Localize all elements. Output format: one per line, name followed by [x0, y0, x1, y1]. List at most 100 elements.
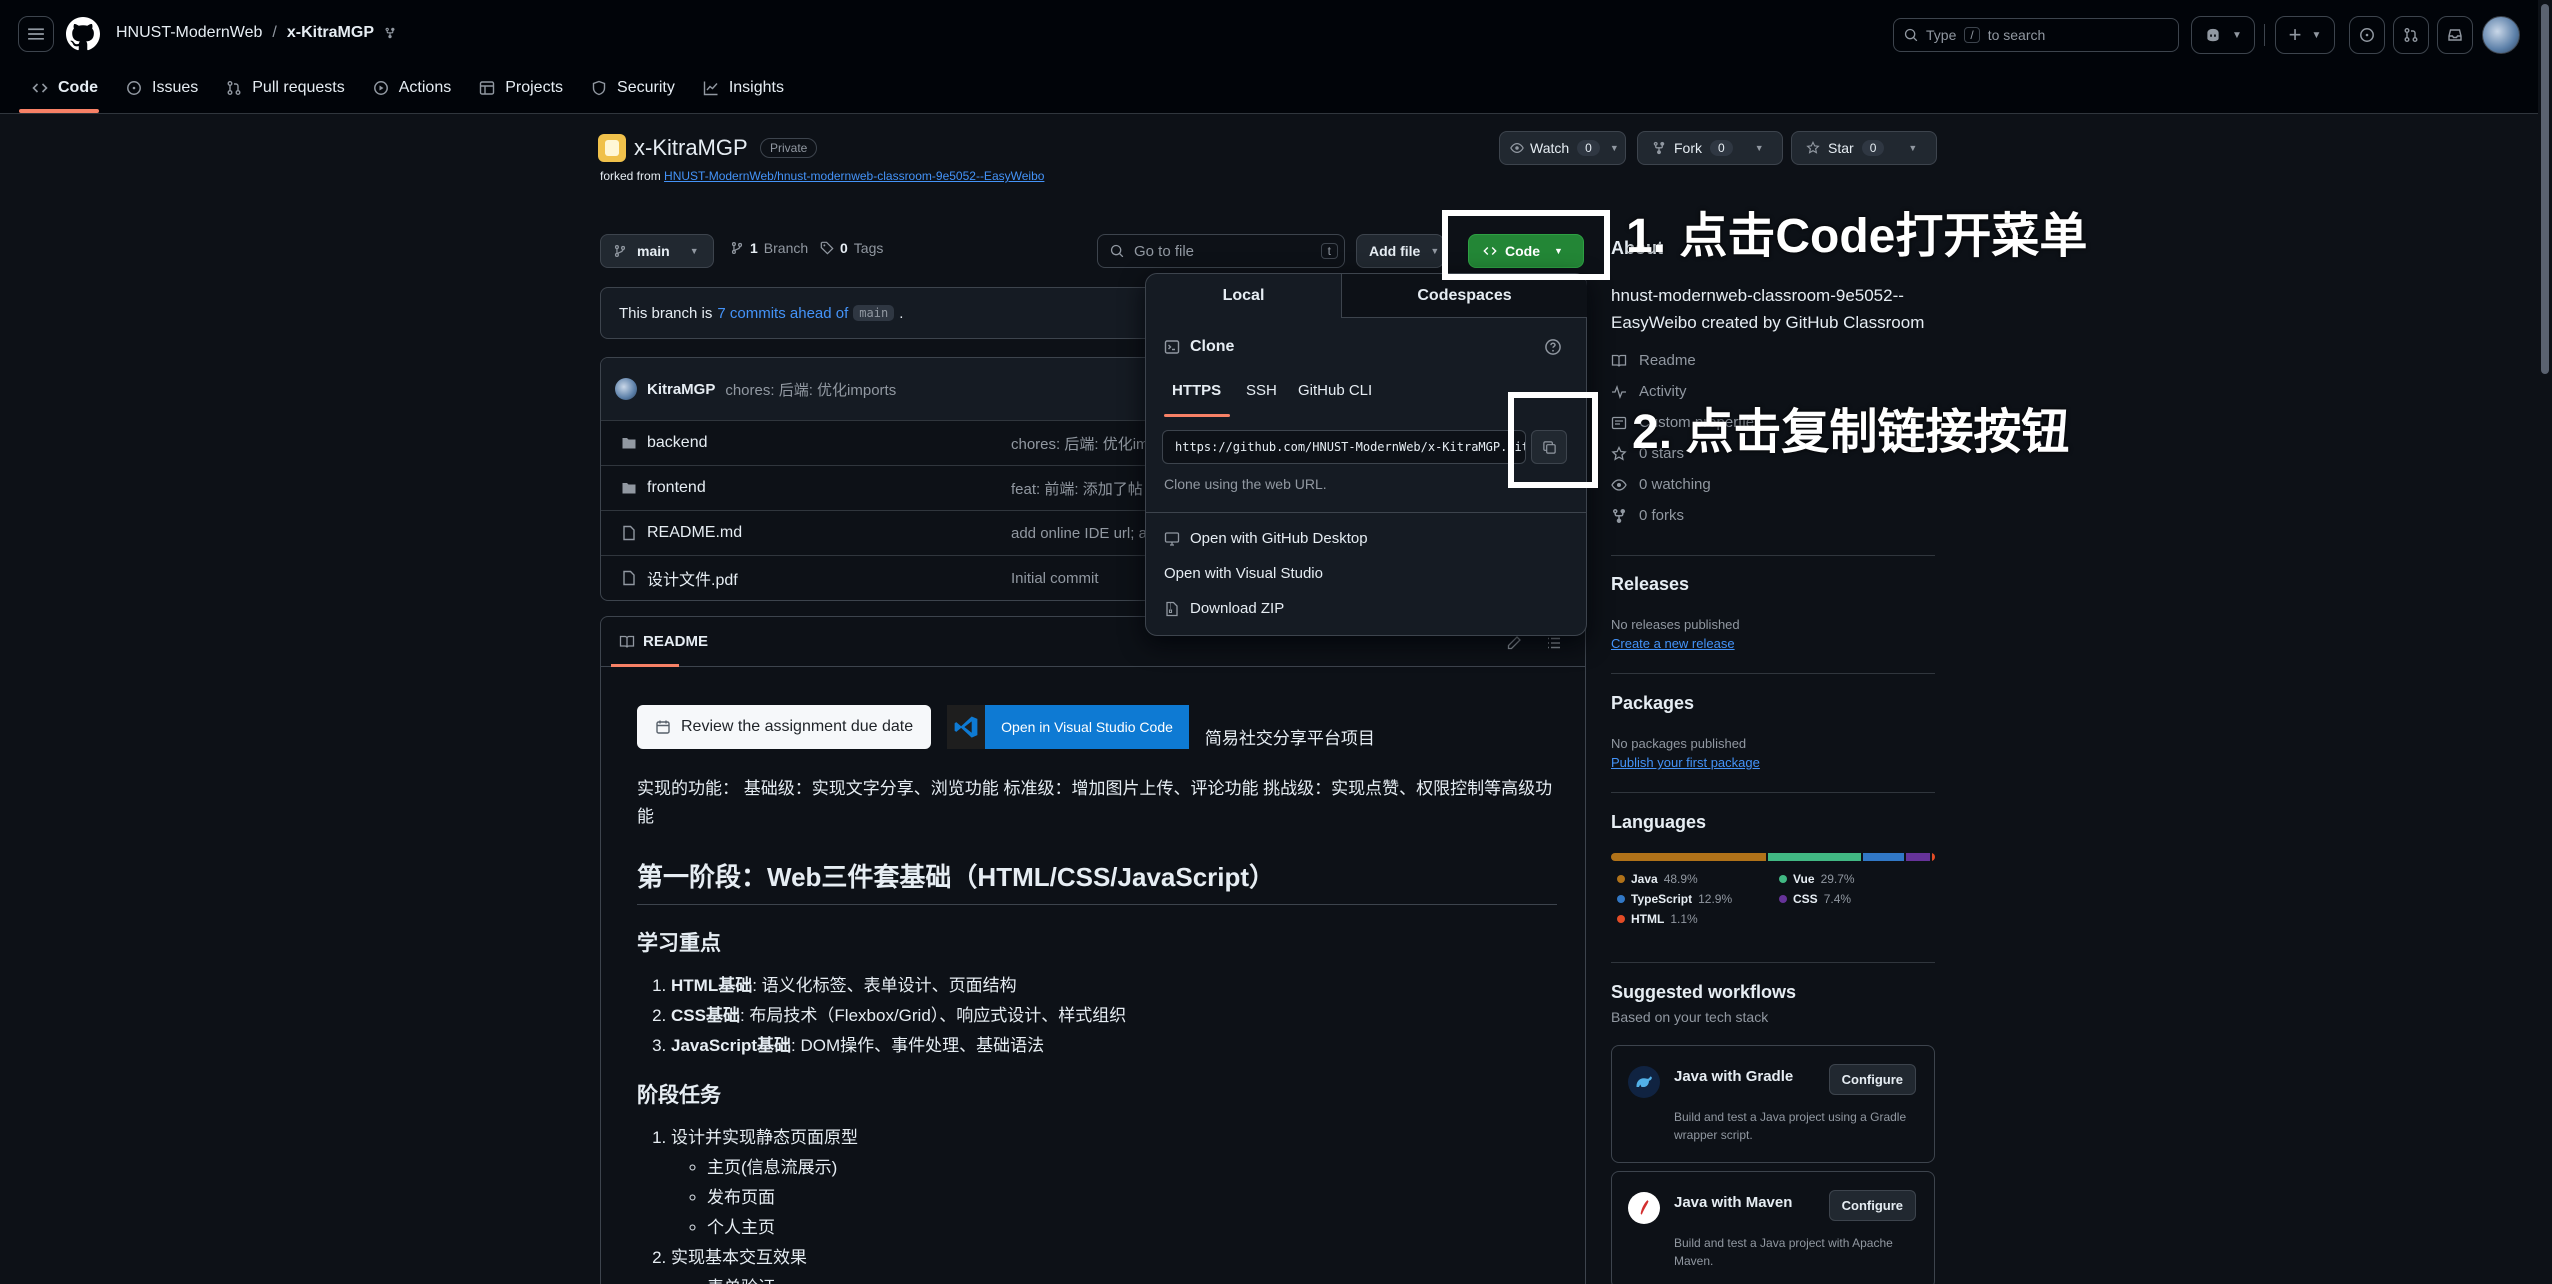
tab-label: Insights: [728, 79, 784, 96]
workflow-card: Java with Gradle Configure Build and tes…: [1611, 1045, 1935, 1163]
branches-link[interactable]: 1 Branch: [730, 240, 808, 256]
workflow-desc: Build and test a Java project with Apach…: [1674, 1236, 1893, 1268]
tab-security[interactable]: Security: [579, 68, 687, 108]
workflows-subtitle: Based on your tech stack: [1611, 1009, 1769, 1025]
proto-tab-ssh[interactable]: SSH: [1246, 382, 1277, 399]
annotation-box-code: [1442, 210, 1610, 280]
repo-owner-avatar: [598, 134, 626, 162]
chevron-down-icon: ▼: [1754, 143, 1764, 153]
question-icon[interactable]: [1544, 338, 1562, 356]
packages-heading[interactable]: Packages: [1611, 693, 1694, 714]
language-legend-item[interactable]: HTML 1.1%: [1611, 912, 1773, 926]
configure-button[interactable]: Configure: [1828, 1190, 1916, 1221]
commit-message[interactable]: chores: 后端: 优化imports: [725, 379, 896, 400]
go-to-file-placeholder: Go to file: [1134, 242, 1195, 260]
add-file-button[interactable]: Add file ▼: [1356, 234, 1444, 268]
terminal-icon: [1164, 340, 1180, 354]
file-name[interactable]: 设计文件.pdf: [647, 566, 738, 590]
branch-selector[interactable]: main ▼: [600, 234, 714, 268]
open-visual-studio[interactable]: Open with Visual Studio: [1164, 565, 1323, 582]
chevron-down-icon: ▼: [1609, 143, 1619, 153]
scrollbar-thumb[interactable]: [2541, 4, 2549, 374]
copilot-button[interactable]: ▼: [2191, 16, 2255, 54]
search-placeholder-prefix: Type: [1926, 27, 1957, 43]
create-release-link[interactable]: Create a new release: [1611, 636, 1735, 651]
readme-title[interactable]: README: [643, 633, 708, 650]
tab-label: Pull requests: [252, 79, 345, 96]
open-vscode-badge[interactable]: Open in Visual Studio Code: [947, 705, 1189, 749]
file-name[interactable]: README.md: [647, 524, 742, 542]
watch-button[interactable]: Watch 0 ▼: [1499, 131, 1626, 165]
download-zip[interactable]: Download ZIP: [1164, 600, 1284, 617]
tab-actions[interactable]: Actions: [361, 68, 463, 108]
tab-insights[interactable]: Insights: [691, 68, 796, 108]
proto-tab-github-cli[interactable]: GitHub CLI: [1298, 382, 1372, 399]
watching-link[interactable]: 0 watching: [1611, 476, 1762, 493]
file-commit-msg[interactable]: add online IDE url; a: [1011, 525, 1147, 542]
create-new-button[interactable]: + ▼: [2275, 16, 2335, 54]
readme-link[interactable]: Readme: [1611, 352, 1762, 369]
fork-button[interactable]: Fork 0 ▼: [1637, 131, 1783, 165]
menu-divider: [1146, 512, 1586, 513]
pull-requests-button[interactable]: [2393, 16, 2429, 54]
fork-label: Fork: [1674, 140, 1702, 156]
search-placeholder-suffix: to search: [1987, 27, 2046, 43]
inbox-button[interactable]: [2437, 16, 2473, 54]
configure-button[interactable]: Configure: [1828, 1064, 1916, 1095]
task-subitem: 表单验证: [707, 1273, 1557, 1284]
file-name[interactable]: backend: [647, 434, 708, 452]
shield-icon: [592, 80, 606, 96]
tab-issues[interactable]: Issues: [114, 68, 210, 108]
ahead-link[interactable]: 7 commits ahead of: [717, 305, 848, 322]
search-icon: [1904, 28, 1918, 42]
tags-link[interactable]: 0 Tags: [820, 240, 883, 256]
task-subitem: 个人主页: [707, 1213, 1557, 1243]
clone-tab-codespaces[interactable]: Codespaces: [1342, 274, 1587, 318]
clone-tab-local[interactable]: Local: [1146, 274, 1342, 318]
list-icon[interactable]: [1546, 635, 1562, 651]
due-date-button[interactable]: Review the assignment due date: [637, 705, 932, 749]
issues-button[interactable]: [2349, 16, 2385, 54]
file-commit-msg[interactable]: chores: 后端: 优化im: [1011, 433, 1149, 454]
tab-label: Actions: [398, 79, 452, 96]
file-name[interactable]: frontend: [647, 479, 706, 497]
task-subitem: 主页(信息流展示): [707, 1153, 1557, 1183]
file-commit-msg[interactable]: feat: 前端: 添加了帖: [1011, 478, 1143, 499]
language-legend-item[interactable]: Java 48.9%: [1611, 872, 1773, 886]
user-avatar[interactable]: [2482, 16, 2520, 54]
github-logo[interactable]: [66, 17, 100, 51]
pencil-icon[interactable]: [1506, 635, 1522, 651]
repo-title[interactable]: x-KitraMGP: [634, 135, 748, 161]
global-header: HNUST-ModernWeb / x-KitraMGP Type / to s…: [0, 0, 2552, 114]
commit-author[interactable]: KitraMGP: [647, 381, 715, 398]
branch-label: Branch: [763, 240, 809, 256]
go-to-file-input[interactable]: Go to file t: [1097, 234, 1345, 268]
file-commit-msg[interactable]: Initial commit: [1011, 570, 1099, 587]
workflows-heading: Suggested workflows: [1611, 982, 1797, 1002]
sidebar-divider: [1611, 792, 1935, 793]
language-legend-item[interactable]: CSS 7.4%: [1773, 892, 1935, 906]
language-legend-item[interactable]: TypeScript 12.9%: [1611, 892, 1773, 906]
task-subitem: 发布页面: [707, 1183, 1557, 1213]
tab-pull-requests[interactable]: Pull requests: [214, 68, 357, 108]
star-button[interactable]: Star 0 ▼: [1791, 131, 1937, 165]
tab-code[interactable]: Code: [20, 68, 110, 108]
menu-button[interactable]: [18, 16, 54, 52]
language-percent: 12.9%: [1698, 892, 1733, 906]
repo-link[interactable]: x-KitraMGP: [287, 24, 374, 42]
proto-tab-https[interactable]: HTTPS: [1172, 382, 1221, 399]
open-github-desktop[interactable]: Open with GitHub Desktop: [1164, 530, 1368, 547]
clone-url-input[interactable]: https://github.com/HNUST-ModernWeb/x-Kit…: [1162, 430, 1526, 464]
forks-link[interactable]: 0 forks: [1611, 507, 1762, 524]
sidebar-divider: [1611, 962, 1935, 963]
tab-projects[interactable]: Projects: [467, 68, 575, 108]
workflow-desc: Build and test a Java project using a Gr…: [1674, 1110, 1907, 1142]
global-search-input[interactable]: Type / to search: [1893, 18, 2179, 52]
forked-from-link[interactable]: HNUST-ModernWeb/hnust-modernweb-classroo…: [664, 169, 1044, 183]
owner-link[interactable]: HNUST-ModernWeb: [116, 24, 262, 42]
releases-heading[interactable]: Releases: [1611, 574, 1689, 595]
language-legend-item[interactable]: Vue 29.7%: [1773, 872, 1935, 886]
publish-package-link[interactable]: Publish your first package: [1611, 755, 1760, 770]
file-zip-icon: [1166, 601, 1178, 616]
scrollbar-track[interactable]: [2538, 0, 2552, 1284]
